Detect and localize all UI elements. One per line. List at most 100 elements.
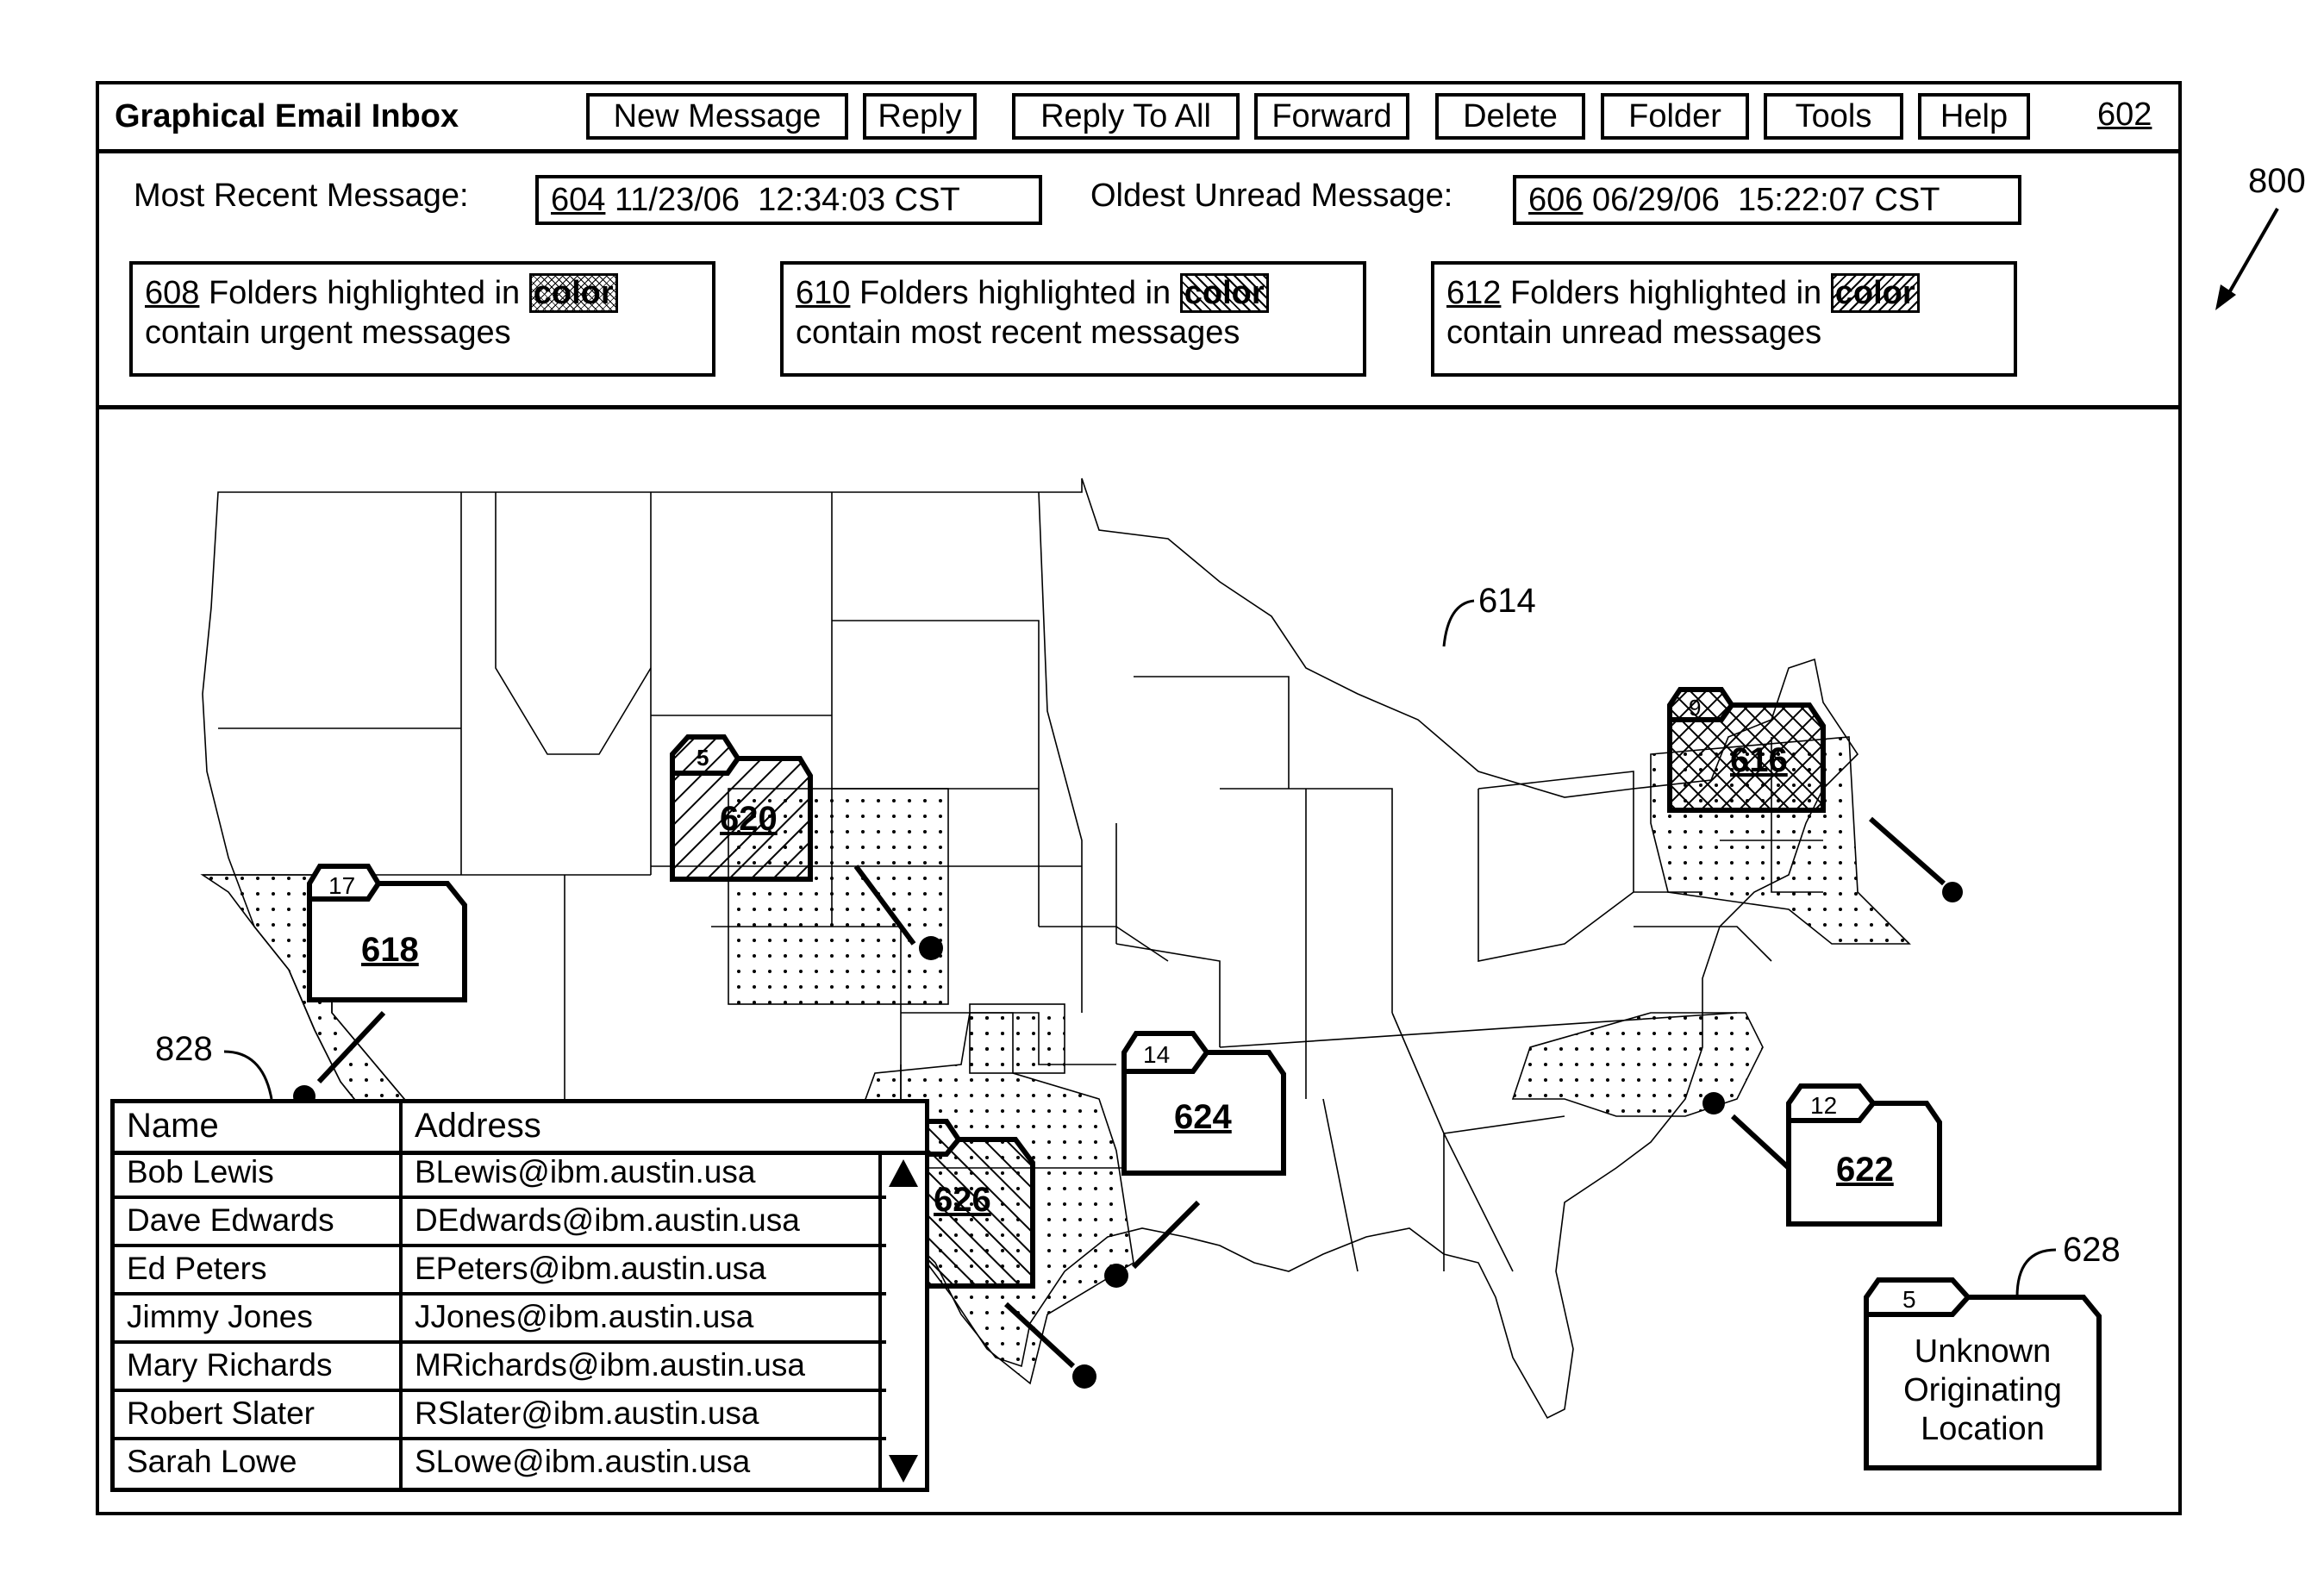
legend-unread: 612 Folders highlighted in color contain…: [1431, 261, 2017, 377]
table-row[interactable]: Sarah Lowe SLowe@ibm.austin.usa: [115, 1440, 886, 1485]
reply-to-all-button[interactable]: Reply To All: [1012, 93, 1240, 140]
contacts-table: Name Address Bob Lewis BLewis@ibm.austin.…: [110, 1099, 929, 1492]
folder-624-label: 624: [1174, 1098, 1232, 1136]
map-ref-leader: [1442, 599, 1475, 647]
arrow-624: [1131, 1200, 1201, 1270]
pin-colorado[interactable]: [919, 936, 943, 960]
contact-name: Dave Edwards: [127, 1202, 334, 1238]
most-recent-ref: 604: [551, 182, 606, 218]
delete-button[interactable]: Delete: [1435, 93, 1585, 140]
help-button[interactable]: Help: [1918, 93, 2030, 140]
legend-urgent-ref: 608: [145, 275, 200, 311]
contact-address: EPeters@ibm.austin.usa: [415, 1251, 766, 1286]
contact-name: Bob Lewis: [127, 1154, 274, 1189]
most-recent-value: 11/23/06 12:34:03 CST: [614, 182, 960, 218]
table-body: Bob Lewis BLewis@ibm.austin.usa Dave Edwar…: [115, 1151, 925, 1488]
folder-624-count: 14: [1143, 1041, 1170, 1068]
folder-628-line1: Unknown: [1915, 1333, 2051, 1370]
state-north-carolina-highlight: [1511, 1012, 1764, 1117]
contact-address: MRichards@ibm.austin.usa: [415, 1347, 805, 1383]
legend-most-recent: 610 Folders highlighted in color contain…: [780, 261, 1366, 377]
folder-628-line3: Location: [1921, 1411, 2045, 1447]
contact-name: Sarah Lowe: [127, 1444, 297, 1479]
folder-616-label: 616: [1730, 741, 1788, 779]
folder-628-count: 5: [1902, 1286, 1916, 1313]
info-panel: Most Recent Message: 604 11/23/06 12:34:…: [99, 153, 2178, 409]
most-recent-field[interactable]: 604 11/23/06 12:34:03 CST: [535, 175, 1042, 225]
folder-616-count: 9: [1689, 695, 1701, 721]
email-window: Graphical Email Inbox New Message Reply …: [96, 81, 2182, 1515]
contact-address: SLowe@ibm.austin.usa: [415, 1444, 751, 1479]
pin-north-carolina[interactable]: [1702, 1092, 1725, 1114]
folder-622-count: 12: [1810, 1092, 1837, 1119]
folder-620-count: 5: [697, 745, 709, 771]
folder-628-line2: Originating: [1903, 1372, 2062, 1408]
legend-recent-ref: 610: [796, 275, 851, 311]
pin-texas-north[interactable]: [1104, 1264, 1128, 1288]
scroll-down-arrow-icon[interactable]: [889, 1455, 918, 1483]
arrow-616: [1869, 816, 1946, 886]
table-row[interactable]: Mary Richards MRichards@ibm.austin.usa: [115, 1344, 886, 1392]
legend-urgent-desc: contain urgent messages: [145, 315, 511, 351]
reply-button[interactable]: Reply: [863, 93, 977, 140]
contact-address: JJones@ibm.austin.usa: [415, 1299, 754, 1334]
folder-620-label: 620: [720, 800, 778, 838]
folder-620[interactable]: 5 620: [670, 734, 813, 882]
legend-urgent-text: Folders highlighted in: [208, 275, 521, 311]
scroll-up-arrow-icon[interactable]: [889, 1159, 918, 1187]
scrollbar[interactable]: [878, 1151, 925, 1488]
folder-628-unknown-location[interactable]: 5 Unknown Originating Location: [1864, 1277, 2102, 1470]
contact-address: RSlater@ibm.austin.usa: [415, 1395, 759, 1431]
state-oklahoma-panhandle-highlight: [969, 1003, 1065, 1074]
forward-button[interactable]: Forward: [1254, 93, 1409, 140]
folder-616[interactable]: 9 616: [1667, 687, 1826, 813]
pin-texas-central[interactable]: [1072, 1364, 1096, 1389]
table-row[interactable]: Jimmy Jones JJones@ibm.austin.usa: [115, 1295, 886, 1344]
ref-628: 628: [2063, 1231, 2121, 1269]
folder-622[interactable]: 12 622: [1786, 1083, 1942, 1227]
folder-618[interactable]: 17 618: [307, 864, 467, 1002]
new-message-button[interactable]: New Message: [586, 93, 848, 140]
legend-urgent: 608 Folders highlighted in color contain…: [129, 261, 715, 377]
ref-828-leader: [223, 1050, 273, 1100]
oldest-unread-value: 06/29/06 15:22:07 CST: [1591, 182, 1940, 218]
ref-828: 828: [155, 1030, 213, 1068]
header-name[interactable]: Name: [127, 1107, 219, 1146]
crosshatch-swatch: color: [528, 273, 618, 313]
folder-624[interactable]: 14 624: [1121, 1031, 1286, 1176]
folder-618-label: 618: [361, 931, 419, 969]
contact-address: DEdwards@ibm.austin.usa: [415, 1202, 800, 1238]
ref-628-leader: [2015, 1248, 2057, 1298]
oldest-unread-label: Oldest Unread Message:: [1090, 178, 1453, 214]
reverse-diagonal-swatch: color: [1830, 273, 1920, 313]
legend-unread-text: Folders highlighted in: [1509, 275, 1822, 311]
diagonal-swatch: color: [1179, 273, 1269, 313]
figure-ref-arrow: [2215, 208, 2279, 310]
table-header: Name Address: [115, 1103, 925, 1155]
pin-new-york[interactable]: [1942, 882, 1963, 902]
app-title: Graphical Email Inbox: [115, 98, 459, 134]
table-row[interactable]: Bob Lewis BLewis@ibm.austin.usa: [115, 1151, 886, 1199]
legend-recent-text: Folders highlighted in: [859, 275, 1171, 311]
figure-ref-800: 800: [2248, 162, 2306, 200]
folder-button[interactable]: Folder: [1601, 93, 1749, 140]
contact-address: BLewis@ibm.austin.usa: [415, 1154, 756, 1189]
contact-name: Mary Richards: [127, 1347, 333, 1383]
folder-622-label: 622: [1836, 1151, 1894, 1189]
contact-name: Robert Slater: [127, 1395, 315, 1431]
toolbar: Graphical Email Inbox New Message Reply …: [99, 84, 2178, 153]
legend-recent-desc: contain most recent messages: [796, 315, 1240, 351]
header-address[interactable]: Address: [415, 1107, 541, 1146]
map-ref-614: 614: [1478, 582, 1536, 620]
table-row[interactable]: Dave Edwards DEdwards@ibm.austin.usa: [115, 1199, 886, 1247]
oldest-unread-field[interactable]: 606 06/29/06 15:22:07 CST: [1513, 175, 2021, 225]
arrow-622: [1730, 1114, 1791, 1171]
most-recent-label: Most Recent Message:: [134, 178, 469, 214]
table-row[interactable]: Ed Peters EPeters@ibm.austin.usa: [115, 1247, 886, 1295]
contact-name: Ed Peters: [127, 1251, 267, 1286]
table-row[interactable]: Robert Slater RSlater@ibm.austin.usa: [115, 1392, 886, 1440]
folder-626-label: 626: [934, 1181, 991, 1219]
legend-unread-ref: 612: [1446, 275, 1502, 311]
folder-618-count: 17: [328, 872, 355, 899]
tools-button[interactable]: Tools: [1764, 93, 1903, 140]
